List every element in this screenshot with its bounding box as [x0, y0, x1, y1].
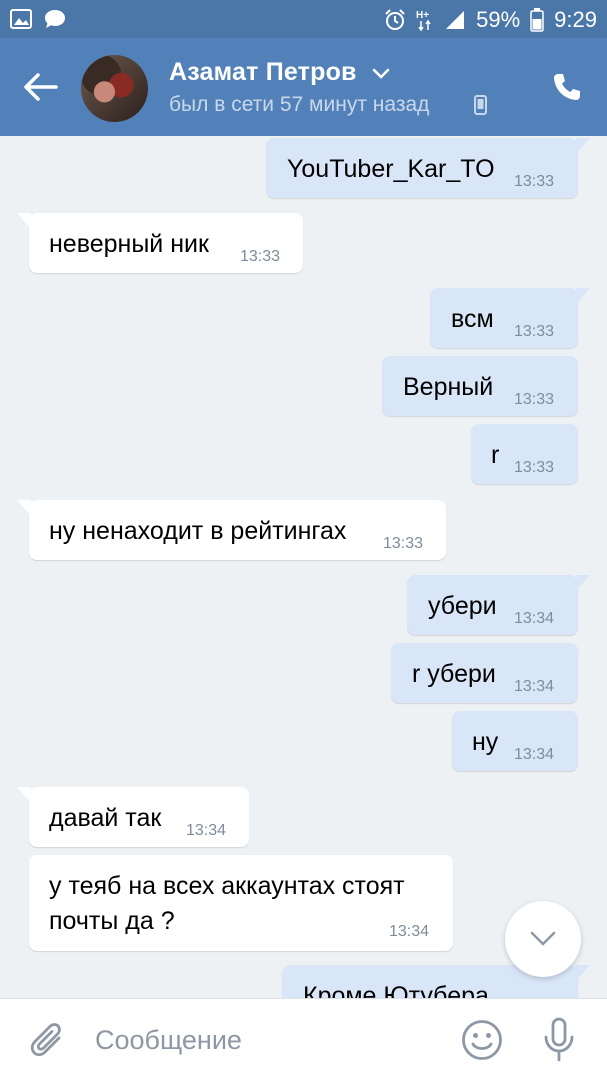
avatar[interactable] [81, 55, 148, 122]
message-time: 13:34 [186, 822, 227, 839]
clock-time: 9:29 [554, 7, 597, 32]
outgoing-message[interactable]: убери 13:34 [407, 575, 590, 635]
incoming-message[interactable]: давай так 13:34 [17, 787, 249, 847]
message-time: 13:34 [514, 678, 555, 695]
message-text: ну ненаходит в рейтингах [49, 517, 347, 545]
alarm-icon [385, 9, 405, 30]
message-list[interactable]: YouTuber_Kar_TO 13:33 неверный ник 13:33… [0, 136, 607, 998]
message-input-bar [0, 998, 607, 1080]
message-input[interactable] [95, 1019, 435, 1061]
message-text-line-2: почты да ? [49, 907, 175, 935]
chat-header: Азамат Петров был в сети 57 минут назад [0, 38, 607, 136]
incoming-message[interactable]: у теяб на всех аккаунтах стоят почты да … [29, 855, 453, 951]
message-text-line-1: у теяб на всех аккаунтах стоят [49, 872, 405, 900]
last-seen-status: был в сети 57 минут назад [169, 93, 430, 116]
hplus-network-icon: H+ [416, 10, 431, 32]
message-text: давай так [49, 804, 162, 832]
scroll-to-bottom-button[interactable] [505, 901, 581, 977]
emoji-icon[interactable] [461, 1019, 503, 1061]
outgoing-message[interactable]: Верный 13:33 [382, 356, 578, 416]
message-time: 13:33 [514, 173, 555, 190]
message-time: 13:33 [514, 459, 555, 476]
outgoing-message[interactable]: YouTuber_Kar_TO 13:33 [266, 138, 590, 198]
message-text: неверный ник [49, 230, 209, 258]
message-text: Кроме Ютубера [303, 982, 489, 998]
outgoing-message[interactable]: r убери 13:34 [391, 643, 578, 703]
message-time: 13:33 [383, 535, 424, 552]
outgoing-message[interactable]: ну 13:34 [452, 711, 578, 771]
chevron-down-icon[interactable] [372, 68, 390, 80]
outgoing-message[interactable]: всм 13:33 [430, 288, 590, 348]
message-text: Верный [403, 373, 494, 401]
phone-call-icon[interactable] [552, 72, 582, 102]
battery-percent: 59% [476, 7, 521, 32]
incoming-message[interactable]: ну ненаходит в рейтингах 13:33 [17, 500, 446, 560]
status-bar: H+ 59% 9:29 [0, 0, 607, 38]
message-time: 13:33 [240, 248, 281, 265]
message-text: r убери [412, 660, 496, 688]
message-time: 13:34 [389, 923, 430, 940]
chevron-down-icon [530, 931, 556, 946]
message-time: 13:33 [514, 323, 555, 340]
chat-notification-icon [45, 10, 65, 28]
back-arrow-icon[interactable] [22, 72, 58, 102]
message-text: r [491, 441, 500, 469]
outgoing-message[interactable]: r 13:33 [471, 424, 578, 484]
mobile-device-icon [474, 95, 487, 115]
svg-text:H+: H+ [416, 10, 429, 21]
message-time: 13:34 [514, 610, 555, 627]
message-text: убери [428, 592, 497, 620]
incoming-message[interactable]: неверный ник 13:33 [17, 213, 303, 273]
message-text: ну [472, 728, 499, 756]
contact-name[interactable]: Азамат Петров [169, 58, 357, 87]
message-text: YouTuber_Kar_TO [287, 155, 495, 183]
microphone-icon[interactable] [542, 1017, 576, 1063]
signal-icon [446, 11, 465, 29]
paperclip-icon[interactable] [30, 1021, 66, 1061]
message-text: всм [451, 305, 494, 333]
message-time: 13:33 [514, 391, 555, 408]
gallery-icon [10, 9, 32, 29]
battery-icon [530, 8, 544, 32]
message-time: 13:34 [514, 746, 555, 763]
